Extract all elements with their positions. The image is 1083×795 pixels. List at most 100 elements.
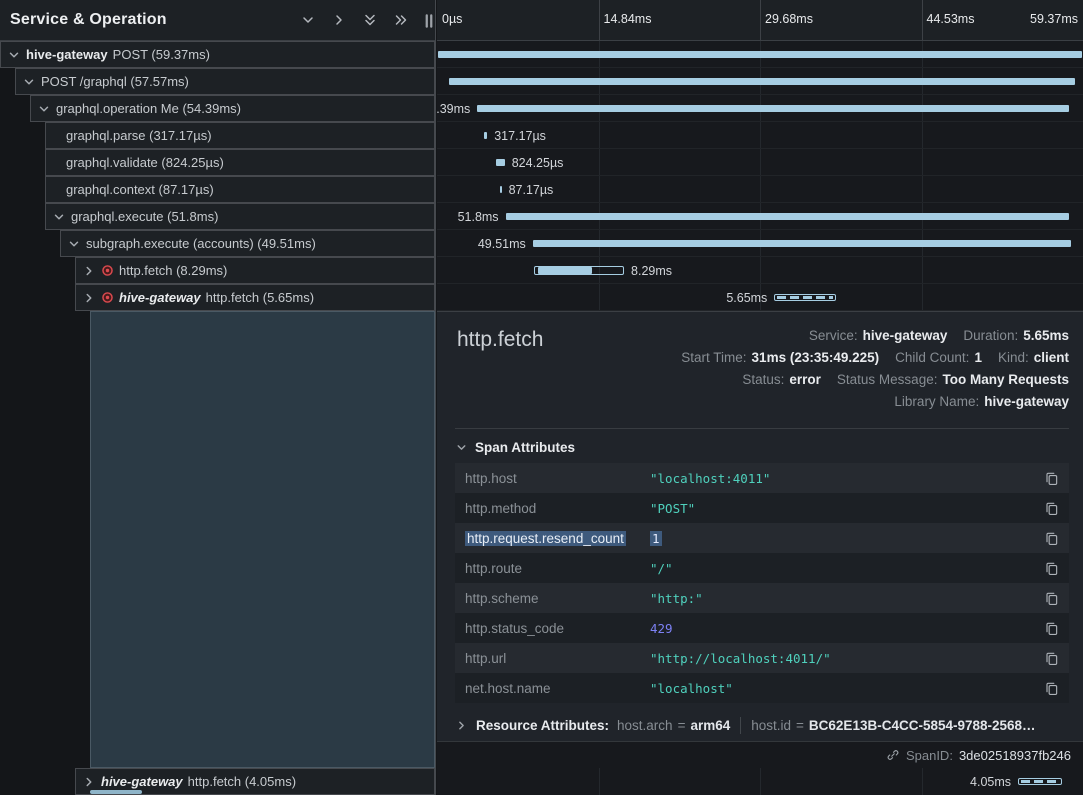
duration-label: 51.8ms bbox=[458, 210, 499, 224]
attribute-row[interactable]: http.status_code429 bbox=[455, 613, 1069, 643]
duration-label: 5.65ms bbox=[726, 291, 767, 305]
timeline-row[interactable] bbox=[437, 41, 1083, 68]
span-detail-panel: http.fetch Service:hive-gatewayDuration:… bbox=[437, 311, 1083, 768]
span-label: graphql.validate (824.25µs) bbox=[66, 155, 224, 170]
resource-attribute: host.arch=arm64 bbox=[617, 718, 730, 733]
link-icon bbox=[886, 748, 900, 762]
span-bar bbox=[500, 186, 502, 193]
horizontal-scrollbar-thumb[interactable] bbox=[90, 790, 142, 794]
copy-icon bbox=[1044, 531, 1059, 546]
duration-label: 49.51ms bbox=[478, 237, 526, 251]
copy-icon bbox=[1044, 561, 1059, 576]
chevron-down-icon bbox=[7, 48, 21, 62]
expand-all-button[interactable] bbox=[393, 12, 409, 28]
duration-label: 8.29ms bbox=[631, 264, 672, 278]
meta-label: Status: bbox=[742, 372, 784, 387]
attribute-value: "http:" bbox=[650, 591, 1034, 606]
span-bar bbox=[774, 294, 835, 301]
chevron-right-icon bbox=[82, 264, 96, 278]
ruler-tick bbox=[922, 0, 923, 40]
tree-row[interactable]: http.fetch (8.29ms) bbox=[75, 257, 435, 284]
timeline-row[interactable]: 49.51ms bbox=[437, 230, 1083, 257]
collapse-all-button[interactable] bbox=[362, 12, 378, 28]
copy-value-button[interactable] bbox=[1044, 531, 1059, 546]
tree-row[interactable]: graphql.execute (51.8ms) bbox=[45, 203, 435, 230]
copy-icon bbox=[1044, 651, 1059, 666]
attribute-key: http.scheme bbox=[465, 591, 650, 606]
tree-row[interactable]: graphql.validate (824.25µs) bbox=[45, 149, 435, 176]
tree-row[interactable]: subgraph.execute (accounts) (49.51ms) bbox=[60, 230, 435, 257]
meta-label: Duration: bbox=[963, 328, 1018, 343]
attribute-key: http.method bbox=[465, 501, 650, 516]
attribute-key: http.url bbox=[465, 651, 650, 666]
tree-row[interactable]: graphql.operation Me (54.39ms) bbox=[30, 95, 435, 122]
copy-value-button[interactable] bbox=[1044, 651, 1059, 666]
timeline-row[interactable]: 4.05ms bbox=[437, 768, 1083, 795]
resource-separator bbox=[740, 717, 741, 734]
span-bar bbox=[533, 240, 1072, 247]
span-label: graphql.operation Me (54.39ms) bbox=[56, 101, 241, 116]
span-attributes-section-header[interactable]: Span Attributes bbox=[455, 440, 575, 455]
tree-row[interactable]: graphql.context (87.17µs) bbox=[45, 176, 435, 203]
timeline-row[interactable]: 824.25µs bbox=[437, 149, 1083, 176]
timeline-row[interactable]: 87.17µs bbox=[437, 176, 1083, 203]
collapse-one-button[interactable] bbox=[300, 12, 316, 28]
error-icon bbox=[101, 264, 114, 277]
meta-line: Status:errorStatus Message:Too Many Requ… bbox=[681, 369, 1069, 391]
timeline-ruler: 0µs14.84ms29.68ms44.53ms59.37ms bbox=[437, 0, 1083, 41]
meta-value: 31ms (23:35:49.225) bbox=[752, 350, 880, 365]
span-attributes-table: http.host"localhost:4011"http.method"POS… bbox=[455, 463, 1069, 703]
chevron-down-icon bbox=[52, 210, 66, 224]
span-label: graphql.parse (317.17µs) bbox=[66, 128, 212, 143]
attribute-key: http.request.resend_count bbox=[465, 531, 650, 546]
span-meta: Service:hive-gatewayDuration:5.65msStart… bbox=[681, 325, 1069, 413]
span-title: http.fetch bbox=[457, 328, 543, 352]
panel-resize-handle-icon[interactable] bbox=[420, 12, 438, 30]
meta-label: Child Count: bbox=[895, 350, 969, 365]
attribute-value: "localhost:4011" bbox=[650, 471, 1034, 486]
selected-span-region[interactable] bbox=[90, 311, 435, 768]
resource-attributes-section-header[interactable]: Resource Attributes: host.arch=arm64host… bbox=[455, 710, 1069, 740]
attribute-row[interactable]: http.method"POST" bbox=[455, 493, 1069, 523]
attribute-row[interactable]: http.request.resend_count1 bbox=[455, 523, 1069, 553]
copy-value-button[interactable] bbox=[1044, 591, 1059, 606]
meta-label: Start Time: bbox=[681, 350, 746, 365]
timeline-row[interactable]: 317.17µs bbox=[437, 122, 1083, 149]
timeline-row[interactable]: 8.29ms bbox=[437, 257, 1083, 284]
span-service-name: hive-gateway bbox=[101, 774, 183, 789]
meta-label: Library Name: bbox=[894, 394, 979, 409]
attribute-row[interactable]: http.host"localhost:4011" bbox=[455, 463, 1069, 493]
span-bar bbox=[477, 105, 1069, 112]
attribute-row[interactable]: http.url"http://localhost:4011/" bbox=[455, 643, 1069, 673]
tree-header: Service & Operation bbox=[0, 0, 435, 41]
expand-one-icon bbox=[331, 12, 347, 28]
tree-row[interactable]: hive-gatewayhttp.fetch (5.65ms) bbox=[75, 284, 435, 311]
expand-all-icon bbox=[393, 12, 409, 28]
timeline-row[interactable] bbox=[437, 68, 1083, 95]
copy-value-button[interactable] bbox=[1044, 681, 1059, 696]
attribute-row[interactable]: http.route"/" bbox=[455, 553, 1069, 583]
tree-row[interactable]: graphql.parse (317.17µs) bbox=[45, 122, 435, 149]
copy-value-button[interactable] bbox=[1044, 561, 1059, 576]
trace-viewer: Service & Operation hive-gatewayPOST (59… bbox=[0, 0, 1083, 795]
copy-icon bbox=[1044, 471, 1059, 486]
copy-value-button[interactable] bbox=[1044, 621, 1059, 636]
expand-one-button[interactable] bbox=[331, 12, 347, 28]
attribute-row[interactable]: http.scheme"http:" bbox=[455, 583, 1069, 613]
timeline-row[interactable]: 54.39ms bbox=[437, 95, 1083, 122]
meta-value: error bbox=[789, 372, 821, 387]
timeline-row[interactable]: 51.8ms bbox=[437, 203, 1083, 230]
chevron-down-icon bbox=[37, 102, 51, 116]
chevron-right-icon bbox=[455, 719, 468, 732]
ruler-tick-label: 44.53ms bbox=[927, 12, 975, 26]
tree-row[interactable]: hive-gatewayPOST (59.37ms) bbox=[0, 41, 435, 68]
tree-row[interactable]: POST /graphql (57.57ms) bbox=[15, 68, 435, 95]
copy-value-button[interactable] bbox=[1044, 501, 1059, 516]
attribute-row[interactable]: net.host.name"localhost" bbox=[455, 673, 1069, 703]
tree-controls bbox=[300, 12, 425, 28]
duration-label: 87.17µs bbox=[509, 183, 554, 197]
copy-value-button[interactable] bbox=[1044, 471, 1059, 486]
timeline-row[interactable]: 5.65ms bbox=[437, 284, 1083, 311]
chevron-down-icon bbox=[67, 237, 81, 251]
panel-title: Service & Operation bbox=[10, 11, 167, 29]
